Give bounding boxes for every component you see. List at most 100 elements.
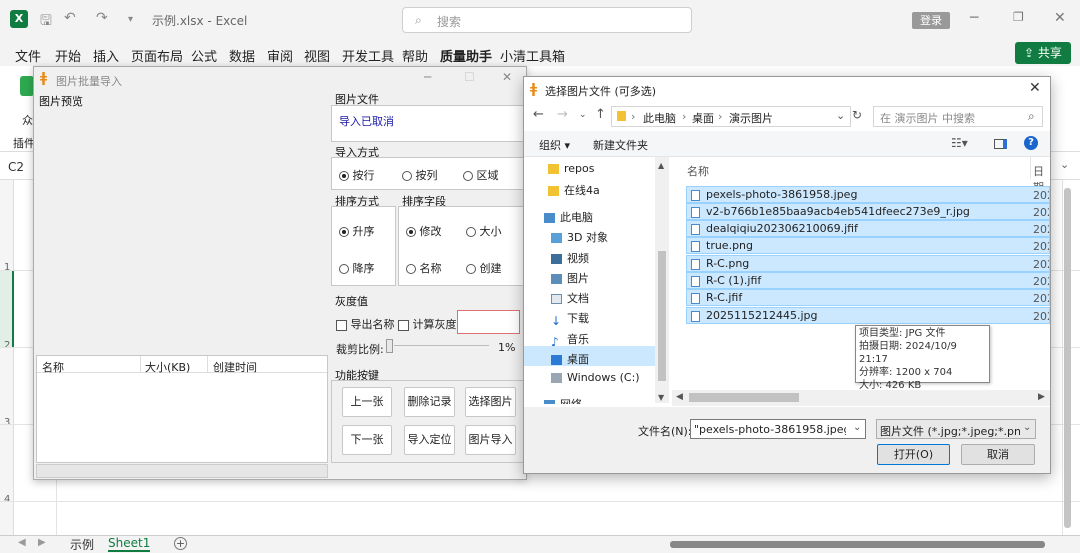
share-button[interactable]: ⇪ 共享 [1015, 42, 1071, 64]
organize-button[interactable]: 组织 ▾ [539, 137, 570, 153]
new-folder-button[interactable]: 新建文件夹 [593, 137, 648, 153]
radio-descending[interactable]: 降序 [339, 260, 375, 276]
tab-view[interactable]: 视图 [304, 46, 330, 65]
sheet-tab-sheet1[interactable]: Sheet1 [108, 536, 151, 552]
file-row[interactable]: R-C.jfif 2024 [686, 289, 1050, 306]
vertical-scrollbar[interactable] [1064, 188, 1071, 528]
prev-button[interactable]: 上一张 [342, 387, 392, 417]
delete-record-button[interactable]: 删除记录 [404, 387, 455, 417]
radio-name[interactable]: 名称 [406, 260, 442, 276]
file-status-box[interactable]: 导入已取消 [331, 105, 526, 142]
tab-data[interactable]: 数据 [229, 46, 255, 65]
horizontal-scrollbar[interactable] [670, 541, 1045, 548]
table-header-name[interactable]: 名称 [42, 359, 64, 375]
view-options-icon[interactable]: ☷▾ [951, 136, 968, 150]
nav-item-this-pc[interactable]: 此电脑 [544, 209, 593, 225]
radio-by-area[interactable]: 区域 [463, 167, 499, 183]
import-locate-button[interactable]: 导入定位 [404, 425, 455, 455]
login-button[interactable]: 登录 [912, 12, 950, 29]
name-box[interactable]: C2 [8, 160, 36, 178]
tab-insert[interactable]: 插入 [93, 46, 119, 65]
file-row[interactable]: v2-b766b1e85baa9acb4eb541dfeec273e9_r.jp… [686, 203, 1050, 220]
recent-dropdown-icon[interactable]: ⌄ [579, 110, 587, 120]
export-name-checkbox[interactable]: 导出名称 [336, 316, 395, 332]
up-icon[interactable]: ↑ [595, 107, 606, 122]
scroll-down-icon[interactable]: ▼ [658, 393, 664, 402]
help-icon[interactable]: ? [1024, 136, 1038, 150]
tab-formulas[interactable]: 公式 [191, 46, 217, 65]
file-row[interactable]: dealqiqiu202306210069.jfif 2024 [686, 220, 1050, 237]
filetype-select[interactable]: 图片文件 (*.jpg;*.jpeg;*.png;*. ⌄ [876, 419, 1036, 439]
radio-ascending[interactable]: 升序 [339, 223, 375, 239]
tab-xiaoqing-toolbox[interactable]: 小清工具箱 [500, 46, 565, 65]
nav-item-online4a[interactable]: 在线4a [548, 182, 600, 198]
scroll-right-icon[interactable]: ▶ [1038, 392, 1045, 402]
file-row[interactable]: 2025115212445.jpg 2025 [686, 307, 1050, 324]
file-row[interactable]: true.png 2024 [686, 237, 1050, 254]
calc-gray-checkbox[interactable]: 计算灰度 [398, 316, 457, 332]
tool-close-icon[interactable]: ✕ [502, 70, 512, 84]
import-images-button[interactable]: 图片导入 [465, 425, 516, 455]
nav-item-repos[interactable]: repos [548, 162, 595, 175]
customize-qat-icon[interactable]: ▾ [128, 14, 133, 25]
breadcrumb-desktop[interactable]: 桌面 [692, 110, 714, 126]
save-icon[interactable]: 🖫 [40, 10, 52, 34]
table-scrollbar[interactable] [36, 464, 328, 478]
breadcrumb-this-pc[interactable]: 此电脑 [643, 110, 676, 126]
radio-by-row[interactable]: 按行 [339, 167, 375, 183]
sheet-nav-right-icon[interactable]: ▶ [38, 537, 46, 548]
radio-by-column[interactable]: 按列 [402, 167, 438, 183]
tab-review[interactable]: 审阅 [267, 46, 293, 65]
nav-item-network[interactable]: 网络 [544, 396, 582, 404]
nav-item-downloads[interactable]: ↓ 下载 [551, 310, 589, 328]
filename-dropdown-icon[interactable]: ⌄ [853, 422, 861, 433]
nav-item-pictures[interactable]: 图片 [551, 270, 589, 286]
filename-input[interactable]: "pexels-photo-3861958.jpeg" "v ⌄ [690, 419, 866, 439]
open-button[interactable]: 打开(O) [877, 444, 950, 465]
breadcrumb-demo-images[interactable]: 演示图片 [729, 110, 773, 126]
file-list-scroll-thumb[interactable] [689, 393, 799, 402]
file-row[interactable]: R-C.png 2024 [686, 255, 1050, 272]
formula-expand-icon[interactable]: ⌄ [1060, 158, 1069, 171]
file-row[interactable]: R-C (1).jfif 2024 [686, 272, 1050, 289]
scroll-left-icon[interactable]: ◀ [676, 392, 683, 402]
radio-size[interactable]: 大小 [466, 223, 502, 239]
sheet-nav-left-icon[interactable]: ◀ [18, 537, 26, 548]
nav-item-desktop[interactable]: 桌面 [551, 351, 589, 367]
gray-value-input[interactable] [457, 310, 520, 334]
tab-file[interactable]: 文件 [15, 46, 41, 65]
preview-pane-icon[interactable] [994, 139, 1007, 149]
addin-icon[interactable] [20, 76, 34, 96]
table-header-created[interactable]: 创建时间 [213, 359, 257, 375]
radio-created[interactable]: 创建 [466, 260, 502, 276]
file-list-scrollbar[interactable]: ◀ ▶ [672, 390, 1050, 406]
refresh-icon[interactable]: ↻ [852, 108, 862, 122]
excel-search-box[interactable]: ⌕ 搜索 [402, 7, 692, 33]
restore-icon[interactable]: ❐ [1013, 10, 1024, 24]
address-bar[interactable]: › 此电脑 › 桌面 › 演示图片 ⌄ [611, 106, 851, 127]
cancel-button[interactable]: 取消 [961, 444, 1035, 465]
dialog-search-box[interactable]: 在 演示图片 中搜索 ⌕ [873, 106, 1043, 127]
back-icon[interactable]: ← [533, 107, 544, 122]
sheet-tab-example[interactable]: 示例 [70, 536, 94, 553]
minimize-icon[interactable]: ─ [970, 10, 978, 26]
tab-help[interactable]: 帮助 [402, 46, 428, 65]
close-icon[interactable]: ✕ [1054, 10, 1066, 26]
nav-item-videos[interactable]: 视频 [551, 250, 589, 266]
nav-scrollbar[interactable]: ▲ ▼ [655, 157, 669, 403]
select-images-button[interactable]: 选择图片 [465, 387, 516, 417]
undo-icon[interactable]: ↶ [64, 10, 76, 26]
column-header-name[interactable]: 名称 [687, 163, 709, 179]
nav-scroll-thumb[interactable] [658, 251, 666, 381]
address-dropdown-icon[interactable]: ⌄ [836, 109, 845, 122]
add-sheet-icon[interactable]: + [174, 537, 187, 550]
tool-minimize-icon[interactable]: ─ [424, 70, 431, 84]
dialog-close-icon[interactable]: ✕ [1029, 80, 1041, 96]
next-button[interactable]: 下一张 [342, 425, 392, 455]
nav-item-drive-c[interactable]: Windows (C:) [551, 371, 640, 384]
nav-item-music[interactable]: ♪ 音乐 [551, 331, 589, 349]
tab-home[interactable]: 开始 [55, 46, 81, 65]
scroll-up-icon[interactable]: ▲ [658, 161, 664, 170]
file-row[interactable]: pexels-photo-3861958.jpeg 2024 [686, 186, 1050, 203]
crop-slider-thumb[interactable] [386, 339, 393, 353]
